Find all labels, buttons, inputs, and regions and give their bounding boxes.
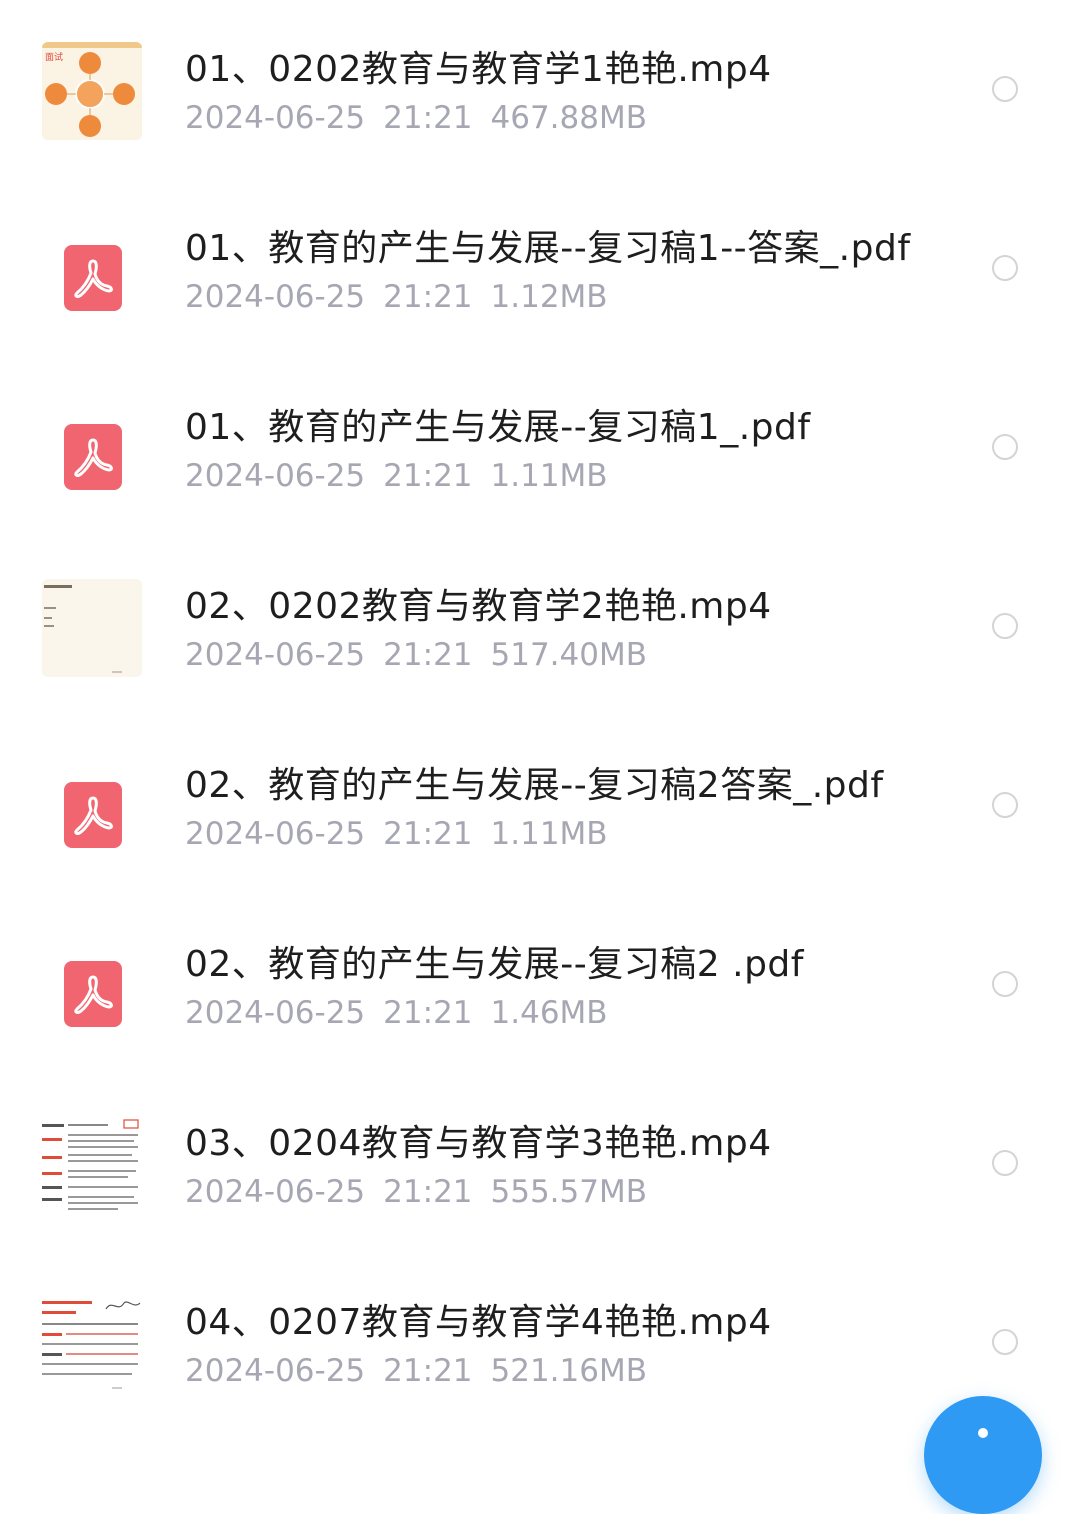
file-list: 面试 01、0202教育与教育学1艳艳.mp4 2024-06-25 21:21 4… — [0, 0, 1080, 1438]
add-button[interactable] — [924, 1396, 1042, 1514]
select-radio[interactable] — [992, 255, 1018, 281]
file-name: 02、教育的产生与发展--复习稿2 .pdf — [185, 944, 804, 985]
file-meta: 2024-06-25 21:21 1.11MB — [185, 458, 626, 494]
file-meta: 2024-06-25 21:21 1.11MB — [185, 816, 626, 852]
file-meta: 2024-06-25 21:21 1.12MB — [185, 279, 626, 315]
select-radio[interactable] — [992, 613, 1018, 639]
file-time: 21:21 — [383, 1353, 473, 1389]
plus-icon — [978, 1428, 988, 1438]
file-date: 2024-06-25 — [185, 1353, 366, 1389]
file-size: 517.40MB — [490, 637, 647, 673]
file-time: 21:21 — [383, 816, 473, 852]
file-size: 555.57MB — [490, 1174, 647, 1210]
pdf-thumbnail — [42, 400, 142, 498]
select-radio[interactable] — [992, 1329, 1018, 1355]
file-date: 2024-06-25 — [185, 279, 366, 315]
file-meta: 2024-06-25 21:21 521.16MB — [185, 1353, 665, 1389]
file-row[interactable]: 02、教育的产生与发展--复习稿2答案_.pdf 2024-06-25 21:21… — [0, 716, 1080, 866]
file-time: 21:21 — [383, 1174, 473, 1210]
notes-thumbnail-icon — [42, 1116, 142, 1214]
select-radio[interactable] — [992, 1150, 1018, 1176]
file-row[interactable]: 04、0207教育与教育学4艳艳.mp4 2024-06-25 21:21 521.… — [0, 1253, 1080, 1403]
pdf-thumbnail — [42, 758, 142, 856]
file-name: 03、0204教育与教育学3艳艳.mp4 — [185, 1123, 772, 1164]
file-time: 21:21 — [383, 458, 473, 494]
video-thumbnail — [42, 1295, 142, 1393]
file-name: 04、0207教育与教育学4艳艳.mp4 — [185, 1302, 772, 1343]
file-row[interactable]: 01、教育的产生与发展--复习稿1_.pdf 2024-06-25 21:21 1.… — [0, 358, 1080, 508]
document-thumbnail-icon — [42, 579, 142, 677]
pdf-icon — [64, 245, 122, 311]
file-size: 1.12MB — [490, 279, 608, 315]
select-radio[interactable] — [992, 971, 1018, 997]
file-meta: 2024-06-25 21:21 517.40MB — [185, 637, 665, 673]
video-thumbnail: 面试 — [42, 42, 142, 140]
file-row[interactable]: 03、0204教育与教育学3艳艳.mp4 2024-06-25 21:21 555.… — [0, 1074, 1080, 1224]
file-row[interactable]: 02、教育的产生与发展--复习稿2 .pdf 2024-06-25 21:21 1.… — [0, 895, 1080, 1045]
video-thumbnail — [42, 579, 142, 677]
file-row[interactable]: 02、0202教育与教育学2艳艳.mp4 2024-06-25 21:21 517.… — [0, 537, 1080, 687]
svg-text:面试: 面试 — [45, 51, 63, 63]
file-name: 01、教育的产生与发展--复习稿1--答案_.pdf — [185, 228, 911, 269]
mindmap-thumbnail-icon: 面试 — [42, 42, 142, 140]
pdf-thumbnail — [42, 221, 142, 319]
file-meta: 2024-06-25 21:21 467.88MB — [185, 100, 665, 136]
file-row[interactable]: 面试 01、0202教育与教育学1艳艳.mp4 2024-06-25 21:21 4… — [0, 0, 1080, 150]
file-time: 21:21 — [383, 637, 473, 673]
file-size: 1.11MB — [490, 816, 608, 852]
select-radio[interactable] — [992, 434, 1018, 460]
file-size: 467.88MB — [490, 100, 647, 136]
file-date: 2024-06-25 — [185, 100, 366, 136]
file-date: 2024-06-25 — [185, 1174, 366, 1210]
file-size: 1.46MB — [490, 995, 608, 1031]
file-name: 02、0202教育与教育学2艳艳.mp4 — [185, 586, 772, 627]
pdf-thumbnail — [42, 937, 142, 1035]
file-date: 2024-06-25 — [185, 458, 366, 494]
file-time: 21:21 — [383, 100, 473, 136]
notes-thumbnail-icon — [42, 1295, 142, 1393]
file-row[interactable]: 01、教育的产生与发展--复习稿1--答案_.pdf 2024-06-25 21:… — [0, 179, 1080, 329]
pdf-icon — [64, 782, 122, 848]
file-date: 2024-06-25 — [185, 995, 366, 1031]
file-size: 521.16MB — [490, 1353, 647, 1389]
select-radio[interactable] — [992, 792, 1018, 818]
file-name: 02、教育的产生与发展--复习稿2答案_.pdf — [185, 765, 884, 806]
pdf-icon — [64, 961, 122, 1027]
video-thumbnail — [42, 1116, 142, 1214]
file-date: 2024-06-25 — [185, 637, 366, 673]
file-meta: 2024-06-25 21:21 1.46MB — [185, 995, 626, 1031]
file-size: 1.11MB — [490, 458, 608, 494]
select-radio[interactable] — [992, 76, 1018, 102]
file-date: 2024-06-25 — [185, 816, 366, 852]
file-time: 21:21 — [383, 995, 473, 1031]
file-time: 21:21 — [383, 279, 473, 315]
file-name: 01、教育的产生与发展--复习稿1_.pdf — [185, 407, 811, 448]
file-meta: 2024-06-25 21:21 555.57MB — [185, 1174, 665, 1210]
file-name: 01、0202教育与教育学1艳艳.mp4 — [185, 49, 772, 90]
pdf-icon — [64, 424, 122, 490]
